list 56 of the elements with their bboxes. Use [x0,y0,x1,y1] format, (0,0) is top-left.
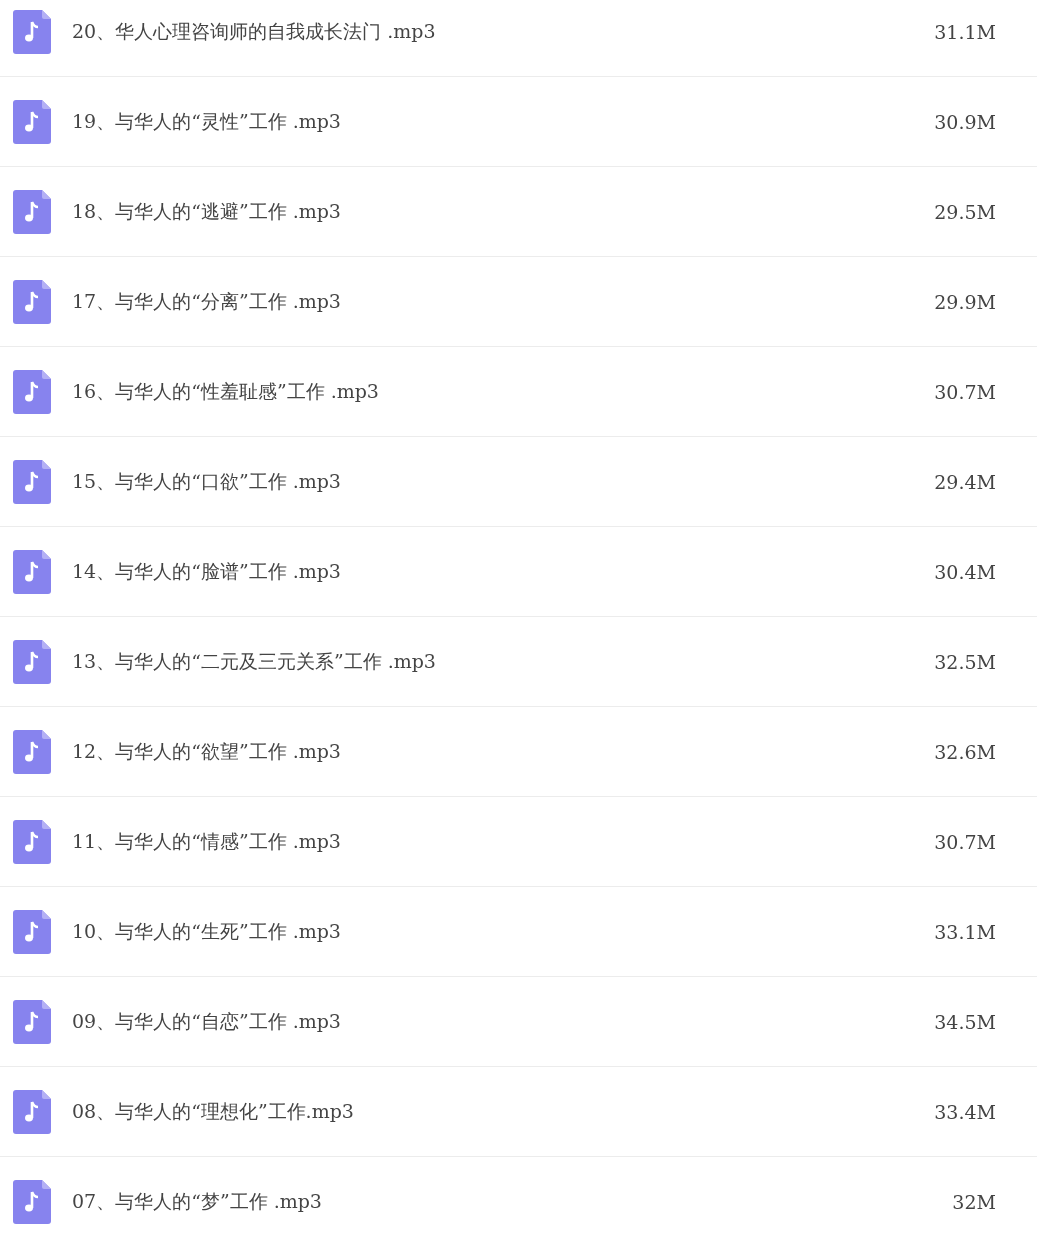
file-name: 08、与华人的“理想化”工作.mp3 [72,1098,355,1124]
file-row[interactable]: 15、与华人的“口欲”工作 .mp3 29.4M [0,437,1037,527]
file-name: 20、华人心理咨询师的自我成长法门 .mp3 [72,18,437,44]
file-name: 18、与华人的“逃避”工作 .mp3 [72,198,342,224]
file-name: 13、与华人的“二元及三元关系”工作 .mp3 [72,648,437,674]
file-name: 19、与华人的“灵性”工作 .mp3 [72,108,342,134]
music-file-icon [13,549,51,594]
file-size: 30.7M [933,830,996,853]
file-size: 34.5M [933,1010,996,1033]
music-file-icon [13,999,51,1044]
music-file-icon [13,459,51,504]
music-file-icon [13,1089,51,1134]
file-size: 33.4M [933,1100,996,1123]
music-file-icon [13,909,51,954]
file-size: 29.4M [933,470,996,493]
music-file-icon [13,639,51,684]
music-file-icon [13,819,51,864]
file-row[interactable]: 08、与华人的“理想化”工作.mp3 33.4M [0,1067,1037,1157]
file-size: 32M [951,1190,996,1213]
file-name: 10、与华人的“生死”工作 .mp3 [72,918,342,944]
file-size: 29.9M [933,290,996,313]
file-row[interactable]: 10、与华人的“生死”工作 .mp3 33.1M [0,887,1037,977]
music-file-icon [13,99,51,144]
music-file-icon [13,9,51,54]
file-row[interactable]: 19、与华人的“灵性”工作 .mp3 30.9M [0,77,1037,167]
music-file-icon [13,279,51,324]
file-row[interactable]: 17、与华人的“分离”工作 .mp3 29.9M [0,257,1037,347]
file-row[interactable]: 18、与华人的“逃避”工作 .mp3 29.5M [0,167,1037,257]
file-name: 15、与华人的“口欲”工作 .mp3 [72,468,342,494]
file-size: 29.5M [933,200,996,223]
file-size: 30.4M [933,560,996,583]
file-size: 32.6M [933,740,996,763]
file-size: 30.9M [933,110,996,133]
file-size: 30.7M [933,380,996,403]
file-row[interactable]: 20、华人心理咨询师的自我成长法门 .mp3 31.1M [0,0,1037,77]
file-name: 17、与华人的“分离”工作 .mp3 [72,288,342,314]
file-size: 32.5M [933,650,996,673]
file-name: 16、与华人的“性羞耻感”工作 .mp3 [72,378,380,404]
file-row[interactable]: 07、与华人的“梦”工作 .mp3 32M [0,1157,1037,1241]
file-size: 33.1M [933,920,996,943]
file-name: 14、与华人的“脸谱”工作 .mp3 [72,558,342,584]
file-row[interactable]: 14、与华人的“脸谱”工作 .mp3 30.4M [0,527,1037,617]
music-file-icon [13,1179,51,1224]
file-row[interactable]: 11、与华人的“情感”工作 .mp3 30.7M [0,797,1037,887]
file-row[interactable]: 16、与华人的“性羞耻感”工作 .mp3 30.7M [0,347,1037,437]
music-file-icon [13,189,51,234]
file-row[interactable]: 09、与华人的“自恋”工作 .mp3 34.5M [0,977,1037,1067]
file-size: 31.1M [933,20,996,43]
file-name: 07、与华人的“梦”工作 .mp3 [72,1188,323,1214]
music-file-icon [13,729,51,774]
file-name: 09、与华人的“自恋”工作 .mp3 [72,1008,342,1034]
file-name: 11、与华人的“情感”工作 .mp3 [72,828,342,854]
file-row[interactable]: 13、与华人的“二元及三元关系”工作 .mp3 32.5M [0,617,1037,707]
file-row[interactable]: 12、与华人的“欲望”工作 .mp3 32.6M [0,707,1037,797]
music-file-icon [13,369,51,414]
file-name: 12、与华人的“欲望”工作 .mp3 [72,738,342,764]
